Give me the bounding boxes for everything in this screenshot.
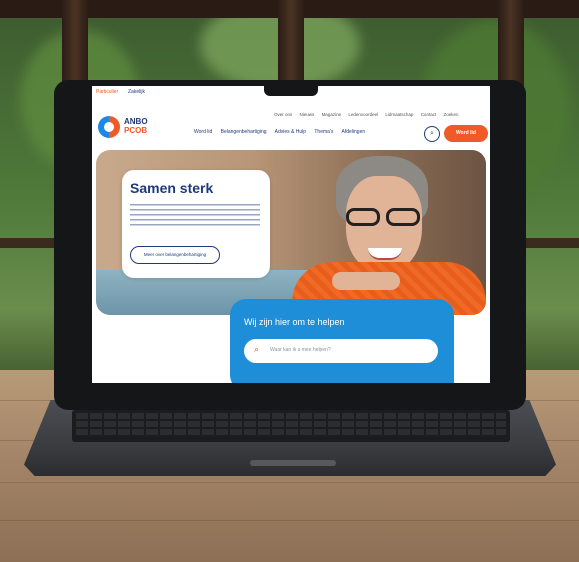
- anbo-pcob-logo-icon[interactable]: [98, 116, 120, 138]
- word-lid-button[interactable]: Word lid: [444, 125, 488, 142]
- help-search-placeholder: Waar kan ik u mee helpen?: [270, 347, 331, 353]
- help-search-input[interactable]: ⌕ Waar kan ik u mee helpen?: [244, 339, 438, 363]
- search-icon: ⌕: [254, 344, 260, 354]
- tab-zakelijk[interactable]: Zakelijk: [128, 89, 145, 95]
- link-over-ons[interactable]: Over ons: [274, 112, 292, 117]
- camera-notch: [264, 84, 318, 96]
- nav-item-afdelingen[interactable]: Afdelingen: [342, 129, 366, 135]
- link-ledenvoordeel[interactable]: Ledenvoordeel: [348, 112, 378, 117]
- tab-particulier[interactable]: Particulier: [96, 89, 118, 95]
- hero-title: Samen sterk: [130, 180, 214, 196]
- laptop-keyboard: [72, 410, 510, 442]
- hero-button[interactable]: Meer over belangenbehartiging: [130, 246, 220, 264]
- nav-item-belangenbehartiging[interactable]: Belangenbehartiging: [221, 129, 267, 135]
- nav-item-word-lid[interactable]: Word lid: [194, 129, 212, 135]
- help-title: Wij zijn hier om te helpen: [244, 317, 345, 327]
- nav-item-advies-hulp[interactable]: Advies & Hulp: [275, 129, 306, 135]
- nav-item-themas[interactable]: Thema's: [314, 129, 333, 135]
- logo-line-1: ANBO: [124, 117, 148, 126]
- search-icon[interactable]: ⌕: [424, 126, 440, 142]
- link-zoeken[interactable]: Zoeken: [443, 112, 458, 117]
- photo-scene: Particulier Zakelijk Over ons Nieuws Mag…: [0, 0, 579, 562]
- help-panel: Wij zijn hier om te helpen ⌕ Waar kan ik…: [230, 299, 454, 383]
- laptop-screen: Particulier Zakelijk Over ons Nieuws Mag…: [92, 86, 490, 383]
- link-lidmaatschap[interactable]: Lidmaatschap: [385, 112, 413, 117]
- main-nav: Word lid Belangenbehartiging Advies & Hu…: [194, 129, 372, 135]
- hand: [332, 272, 400, 290]
- glasses: [342, 208, 426, 226]
- utility-links: Over ons Nieuws Magazine Ledenvoordeel L…: [274, 112, 464, 117]
- link-magazine[interactable]: Magazine: [322, 112, 342, 117]
- link-contact[interactable]: Contact: [421, 112, 437, 117]
- laptop-trackpad: [250, 460, 336, 466]
- logo-line-2: PCOB: [124, 126, 148, 135]
- link-nieuws[interactable]: Nieuws: [300, 112, 315, 117]
- hero-body-text-lines: [130, 204, 260, 226]
- hero-card: Samen sterk Meer over belangenbehartigin…: [122, 170, 270, 278]
- logo-wordmark[interactable]: ANBO PCOB: [124, 117, 148, 135]
